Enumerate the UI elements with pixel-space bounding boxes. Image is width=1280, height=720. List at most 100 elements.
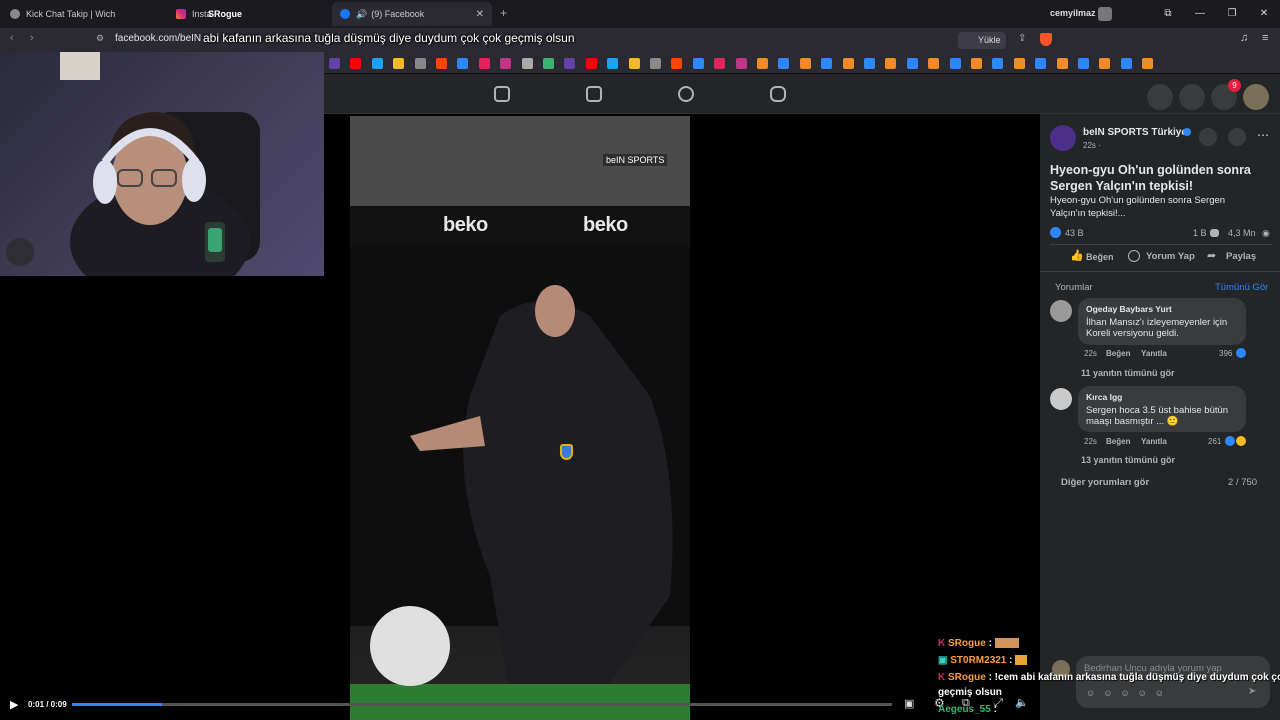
groups-icon[interactable] <box>678 86 694 102</box>
bookmark-icon[interactable] <box>478 58 490 69</box>
bookmark-icon[interactable] <box>949 58 961 69</box>
bookmark-icon[interactable] <box>457 58 469 69</box>
comment-avatar[interactable] <box>1050 300 1072 322</box>
bookmark-icon[interactable] <box>628 58 640 69</box>
bookmark-icon[interactable] <box>414 58 426 69</box>
back-icon[interactable]: ‹ <box>10 32 14 44</box>
bookmark-icon[interactable] <box>757 58 768 69</box>
bookmark-icon[interactable] <box>1013 58 1025 69</box>
bookmark-icon[interactable] <box>1035 58 1047 69</box>
bookmark-icon[interactable] <box>671 58 683 69</box>
bookmark-icon[interactable] <box>714 58 726 69</box>
extensions-icon[interactable]: ⧉ <box>1152 0 1184 28</box>
bookmark-icon[interactable] <box>799 58 811 69</box>
chat-line: K SRogue : <box>938 638 1019 649</box>
volume-icon[interactable]: 🔈 <box>1015 696 1029 709</box>
bookmark-icon[interactable] <box>992 58 1004 69</box>
close-tab-icon[interactable]: ✕ <box>476 9 484 20</box>
home-icon[interactable] <box>494 86 510 102</box>
see-all-link[interactable]: Tümünü Gör <box>1215 282 1268 293</box>
comment-reply-button[interactable]: Yanıtla <box>1141 349 1167 358</box>
bookmark-icon[interactable] <box>971 58 982 69</box>
bookmark-icon[interactable] <box>906 58 918 69</box>
marketplace-icon[interactable] <box>586 86 602 102</box>
bookmark-icon[interactable] <box>778 58 790 69</box>
messenger-icon[interactable] <box>1179 84 1205 110</box>
bookmark-icon[interactable] <box>350 58 362 69</box>
site-settings-icon[interactable]: ⚙ <box>96 33 104 44</box>
shield-icon[interactable] <box>1228 128 1246 146</box>
input-tools-icons[interactable]: ☺☺☺☺☺ <box>1086 688 1172 698</box>
new-tab-button[interactable]: + <box>500 6 507 20</box>
comment-reaction-count[interactable]: 396 <box>1219 349 1232 358</box>
tab-srogue[interactable]: SRogue <box>200 2 320 26</box>
bookmark-icon[interactable] <box>650 58 661 69</box>
media-icon[interactable]: ♫ <box>1240 32 1248 44</box>
bookmark-icon[interactable] <box>371 58 383 69</box>
bookmark-icon[interactable] <box>1078 58 1089 69</box>
save-icon[interactable] <box>1199 128 1217 146</box>
tab-facebook[interactable]: 🔊 (9) Facebook ✕ <box>332 2 492 26</box>
page-name[interactable]: beIN SPORTS Türkiye <box>1083 127 1187 138</box>
comment-reaction-count[interactable]: 261 <box>1208 437 1221 446</box>
bookmark-icon[interactable] <box>864 58 875 69</box>
bookmark-icon[interactable] <box>842 58 854 69</box>
tab-kick-chat[interactable]: Kick Chat Takip | Wich <box>2 2 168 26</box>
play-icon[interactable]: ▶ <box>10 698 18 711</box>
post-description-line2[interactable]: Yalçın'ın tepkisi!... <box>1050 208 1126 219</box>
gaming-icon[interactable] <box>770 86 786 102</box>
send-icon[interactable]: ➤ <box>1248 686 1256 697</box>
share-icon[interactable]: ⇪ <box>1018 33 1026 44</box>
more-comments-link[interactable]: Diğer yorumları gör <box>1061 477 1149 488</box>
comment-author[interactable]: Kırca Igg <box>1086 392 1238 402</box>
bookmark-icon[interactable] <box>735 58 747 69</box>
bookmark-icon[interactable] <box>521 58 533 69</box>
bookmark-icon[interactable] <box>928 58 940 69</box>
bookmark-icon[interactable] <box>1120 58 1132 69</box>
profile-icon[interactable] <box>1098 7 1112 21</box>
upload-button[interactable]: Yükle <box>958 32 1006 49</box>
bookmark-icon[interactable] <box>692 58 704 69</box>
forward-icon[interactable]: › <box>30 32 34 44</box>
comment-text: İlhan Mansız'ı izleyemeyenler için <box>1086 317 1228 328</box>
more-options-icon[interactable]: ⋯ <box>1257 128 1269 142</box>
captions-icon[interactable]: ▣ <box>904 697 914 710</box>
view-replies-link[interactable]: 13 yanıtın tümünü gör <box>1081 455 1175 465</box>
share-button[interactable]: Paylaş <box>1226 251 1256 262</box>
page-avatar[interactable] <box>1050 125 1076 151</box>
progress-bar[interactable] <box>72 703 892 706</box>
bookmark-icon[interactable] <box>436 58 447 69</box>
comment-button[interactable]: Yorum Yap <box>1146 251 1195 262</box>
bookmark-icon[interactable] <box>821 58 833 69</box>
like-button[interactable]: Beğen <box>1086 252 1114 262</box>
restore-icon[interactable]: ❐ <box>1216 0 1248 28</box>
comment-count[interactable]: 1 B <box>1193 228 1207 238</box>
eye-icon: ◉ <box>1262 228 1270 238</box>
menu-grid-icon[interactable] <box>1147 84 1173 110</box>
view-replies-link[interactable]: 11 yanıtın tümünü gör <box>1081 368 1175 378</box>
comment-like-button[interactable]: Beğen <box>1106 349 1130 358</box>
comment-reply-button[interactable]: Yanıtla <box>1141 437 1167 446</box>
menu-icon[interactable]: ≡ <box>1262 32 1268 44</box>
bookmark-icon[interactable] <box>564 58 576 69</box>
comment-avatar[interactable] <box>1050 388 1072 410</box>
bookmark-icon[interactable] <box>1099 58 1111 69</box>
bookmark-icon[interactable] <box>543 58 554 69</box>
bookmark-icon[interactable] <box>393 58 405 69</box>
minimize-icon[interactable]: — <box>1184 0 1216 28</box>
bookmark-icon[interactable] <box>885 58 897 69</box>
profile-avatar[interactable] <box>1243 84 1269 110</box>
bookmark-icon[interactable] <box>500 58 512 69</box>
video-player[interactable] <box>350 116 690 720</box>
reaction-count[interactable]: 43 B <box>1065 228 1084 238</box>
bookmark-icon[interactable] <box>585 58 597 69</box>
brave-shield-icon[interactable] <box>1040 33 1052 46</box>
comment-author[interactable]: Ogeday Baybars Yurt <box>1086 304 1238 314</box>
comment-like-button[interactable]: Beğen <box>1106 437 1130 446</box>
bookmark-icon[interactable] <box>1142 58 1154 69</box>
bookmark-icon[interactable] <box>1056 58 1068 69</box>
bookmark-icon[interactable] <box>329 58 340 69</box>
close-window-icon[interactable]: ✕ <box>1248 0 1280 28</box>
bookmark-icon[interactable] <box>607 58 619 69</box>
url-field[interactable]: facebook.com/beIN <box>115 33 201 44</box>
